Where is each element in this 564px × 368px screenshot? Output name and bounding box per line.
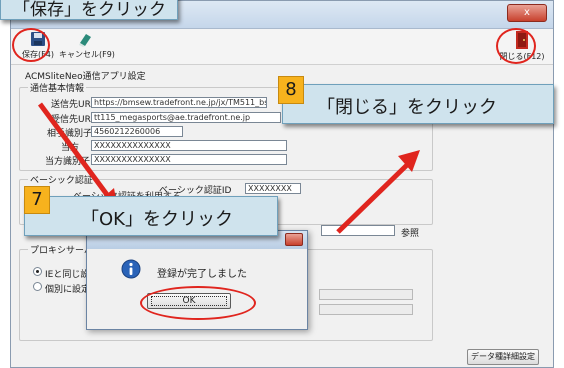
callout-step7: 「OK」をクリック [24, 196, 278, 236]
callout-save-label: 「保存」をクリック [13, 0, 166, 20]
callout-step8-label: 「閉じる」をクリック [317, 97, 497, 118]
step8-badge: 8 [278, 76, 304, 104]
callout-step7-label: 「OK」をクリック [81, 209, 233, 230]
instruction-arrows [37, 102, 420, 234]
callout-step8: 「閉じる」をクリック [282, 84, 554, 124]
callout-save: 「保存」をクリック [0, 0, 178, 20]
arrow-to-close [336, 150, 420, 234]
arrow-to-ok [37, 102, 118, 210]
step7-badge: 7 [24, 186, 50, 214]
tutorial-screenshot: x 保存(F4) キャンセル(F9) 閉じる(F12) ACMSliteNeo通… [0, 0, 564, 368]
